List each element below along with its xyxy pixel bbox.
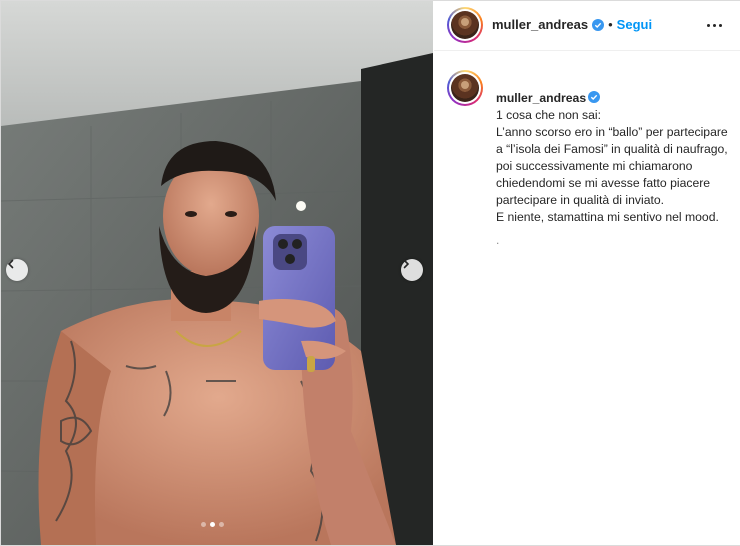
chevron-right-icon bbox=[403, 259, 410, 269]
username-link[interactable]: muller_andreas bbox=[492, 17, 588, 32]
carousel-next-button[interactable] bbox=[401, 259, 423, 281]
caption-username-link[interactable]: muller_andreas bbox=[496, 91, 586, 105]
more-horizontal-icon bbox=[706, 23, 710, 27]
avatar[interactable] bbox=[447, 7, 483, 43]
carousel-indicator bbox=[201, 522, 224, 527]
caption-avatar[interactable] bbox=[447, 70, 483, 106]
more-options-button[interactable] bbox=[704, 15, 724, 35]
carousel-dot-active bbox=[210, 522, 215, 527]
caption-body: L’anno scorso ero in “ballo” per parteci… bbox=[496, 125, 728, 224]
post-sidebar: muller_andreas • Segui muller_andreas 1 … bbox=[434, 1, 740, 545]
post-caption: muller_andreas 1 cosa che non sai: L’ann… bbox=[496, 73, 732, 249]
carousel-dot bbox=[201, 522, 206, 527]
carousel-prev-button[interactable] bbox=[6, 259, 28, 281]
header-username-row: muller_andreas • Segui bbox=[492, 17, 652, 32]
instagram-post: muller_andreas • Segui muller_andreas 1 … bbox=[0, 0, 740, 546]
verified-badge-icon bbox=[588, 91, 601, 103]
caption-first-line: 1 cosa che non sai: bbox=[496, 108, 602, 122]
chevron-left-icon bbox=[7, 259, 14, 269]
post-photo[interactable] bbox=[1, 1, 433, 545]
verified-badge-icon bbox=[592, 18, 605, 31]
selfie-photo bbox=[1, 1, 433, 545]
caption-tail: . bbox=[496, 233, 500, 247]
post-header: muller_andreas • Segui bbox=[434, 1, 740, 51]
separator-dot: • bbox=[608, 17, 613, 32]
follow-button[interactable]: Segui bbox=[617, 17, 652, 32]
carousel-dot bbox=[219, 522, 224, 527]
